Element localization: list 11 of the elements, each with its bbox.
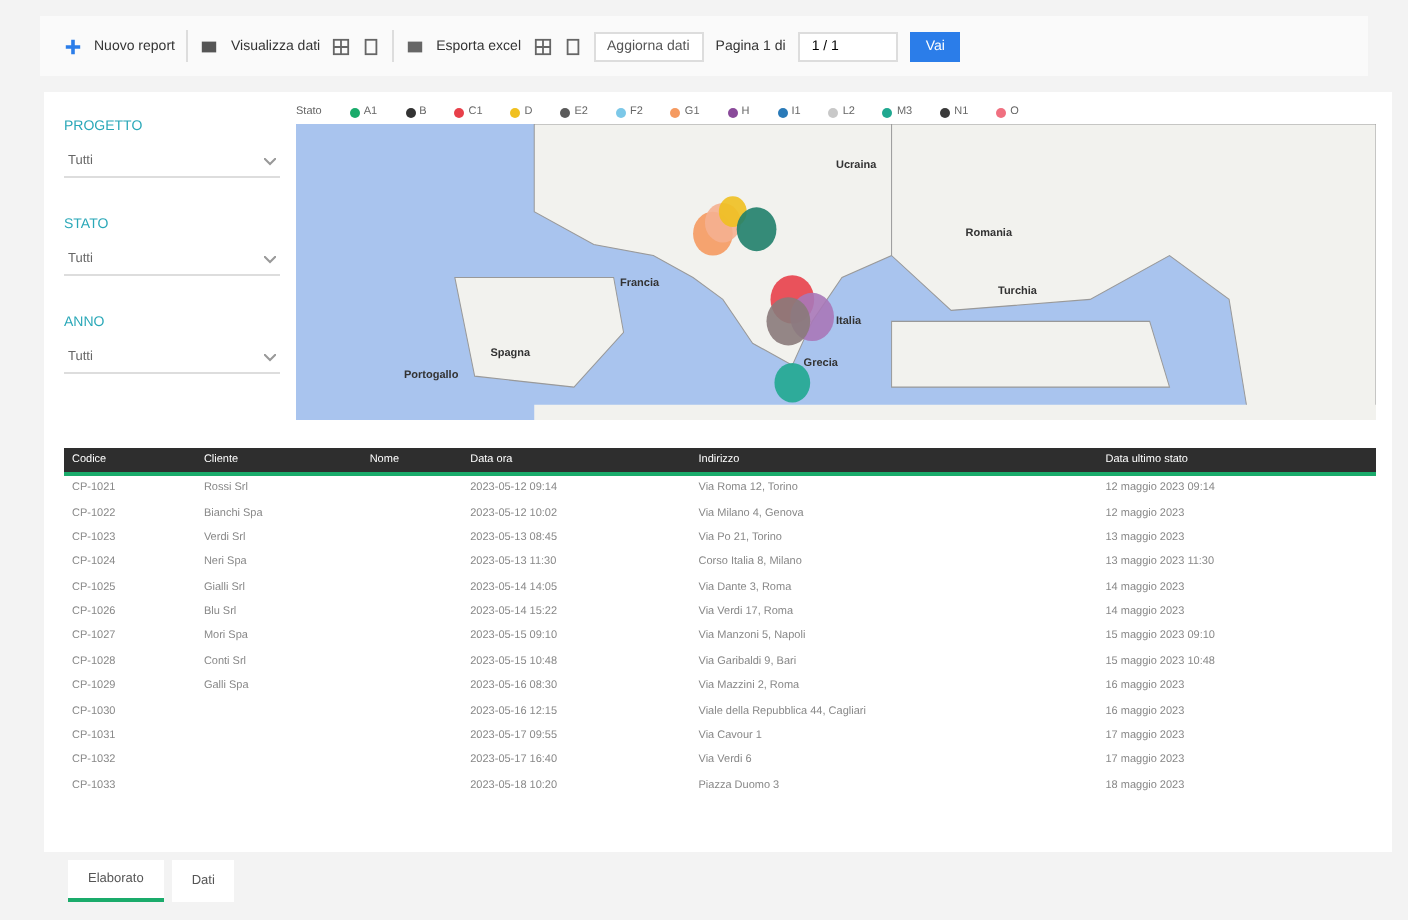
map-bubble[interactable] — [766, 297, 811, 346]
grid-icon[interactable] — [332, 37, 351, 55]
document-icon[interactable] — [563, 37, 582, 55]
chevron-icon — [264, 353, 276, 361]
map-bubble[interactable] — [718, 196, 747, 228]
document-icon[interactable] — [362, 37, 381, 55]
map-bubble[interactable] — [736, 207, 777, 252]
grid-icon[interactable] — [533, 37, 552, 55]
plus-icon[interactable] — [64, 37, 82, 55]
chevron-icon — [264, 157, 276, 165]
chevron-icon — [264, 255, 276, 263]
